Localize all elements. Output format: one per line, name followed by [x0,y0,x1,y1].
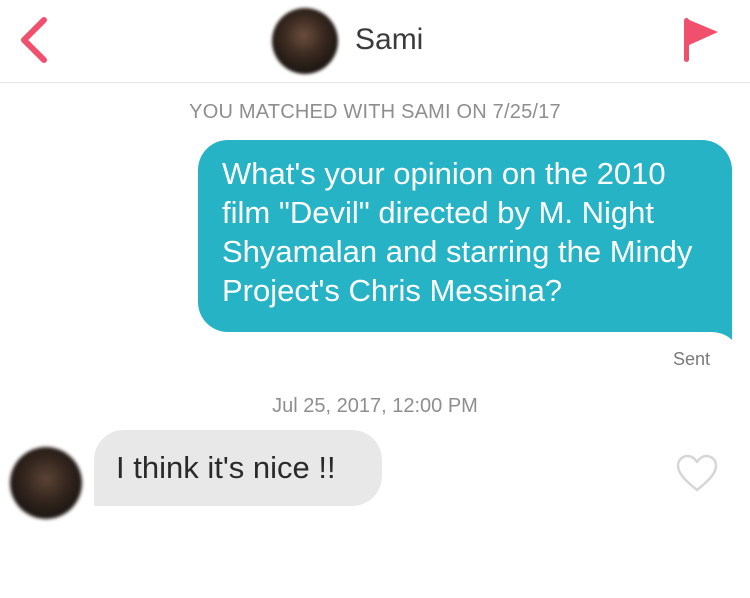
message-timestamp: Jul 25, 2017, 12:00 PM [272,395,478,417]
heart-outline-icon [676,454,718,492]
incoming-message-bubble[interactable]: I think it's nice !! [94,430,382,506]
contact-avatar[interactable] [272,8,338,74]
report-button[interactable] [680,14,724,64]
contact-name[interactable]: Sami [355,20,423,60]
like-message-button[interactable] [674,452,720,494]
outgoing-message-bubble[interactable]: What's your opinion on the 2010 film "De… [198,140,732,332]
chat-header: Sami [0,0,750,83]
message-status: Sent [672,349,710,369]
match-notice: YOU MATCHED WITH SAMI ON 7/25/17 [189,101,561,123]
sender-avatar[interactable] [10,447,82,519]
chat-screen: Sami YOU MATCHED WITH SAMI ON 7/25/17 Wh… [0,0,750,598]
outgoing-bubble-tail [710,312,732,340]
chevron-left-icon [21,17,47,63]
back-button[interactable] [14,14,58,66]
flag-icon [684,18,718,62]
